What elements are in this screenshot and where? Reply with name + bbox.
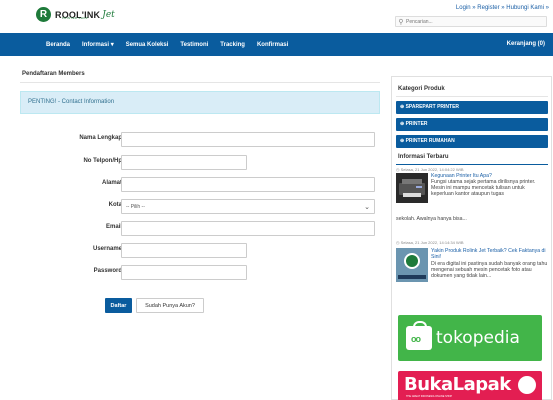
news-excerpt-tail: sekolah. Awalnya hanya bisa... [396, 216, 467, 222]
nav-item-beranda[interactable]: Beranda [40, 42, 76, 48]
category-printer[interactable]: ⊕ PRINTER [396, 118, 548, 131]
divider [396, 96, 548, 97]
category-sparepart-printer[interactable]: ⊕ SPAREPART PRINTER [396, 101, 548, 114]
tokopedia-label: tokopedia [436, 328, 520, 348]
field-label: Kota [108, 202, 122, 208]
form-row-phone: No Telpon/Hp [20, 155, 380, 170]
page-title: Pendaftaran Members [22, 71, 85, 77]
login-link[interactable]: Login [456, 5, 471, 11]
news-thumbnail[interactable] [396, 173, 428, 203]
register-link[interactable]: Register [477, 5, 499, 11]
field-label: Username [92, 246, 122, 252]
nav-item-konfirmasi[interactable]: Konfirmasi [251, 42, 294, 48]
form-row-address: Alamat [20, 177, 380, 192]
form-row-name: Nama Lengkap [20, 132, 380, 147]
field-label: Alamat [101, 180, 122, 186]
nav-item-tracking[interactable]: Tracking [214, 42, 251, 48]
site-header: R ROOL'INK Jet PRINTER SHOP Login » Regi… [0, 0, 553, 30]
nav-item-semua-koleksi[interactable]: Semua Koleksi [120, 42, 175, 48]
tokopedia-banner[interactable]: oo tokopedia [398, 315, 542, 361]
bukalapak-banner[interactable]: BukaLapak THE GREAT INDONESIA ONLINE SHO… [398, 371, 542, 400]
sidebar: Kategori Produk ⊕ SPAREPART PRINTER ⊕ PR… [391, 76, 552, 400]
field-label: Nama Lengkap [79, 135, 122, 141]
news-thumbnail[interactable] [396, 248, 428, 282]
logo-jet: Jet [102, 9, 115, 20]
news-item: ◷ Selasa, 21 Jun 2022, 14:14:34 WIB Yaki… [396, 240, 548, 310]
register-button[interactable]: Daftar [105, 298, 132, 313]
main-nav: Beranda Informasi ▾ Semua Koleksi Testim… [0, 33, 553, 56]
contact-link[interactable]: Hubungi Kami [506, 5, 544, 11]
tokopedia-bag-icon: oo [406, 321, 432, 350]
category-heading: Kategori Produk [398, 86, 445, 92]
category-printer-rumahan[interactable]: ⊕ PRINTER RUMAHAN [396, 135, 548, 148]
username-field[interactable] [121, 243, 247, 258]
separator: » [543, 5, 549, 11]
news-title-link[interactable]: Yakin Produk Rolink Jet Terbaik? Cek Fak… [431, 248, 548, 260]
field-label: Password [93, 268, 122, 274]
address-field[interactable] [121, 177, 375, 192]
search-box: ⚲ [395, 16, 547, 27]
email-field[interactable] [121, 221, 375, 236]
field-label: Email [105, 224, 122, 230]
password-field[interactable] [121, 265, 247, 280]
bukalapak-subtitle: THE GREAT INDONESIA ONLINE SHOP [406, 395, 453, 398]
search-icon[interactable]: ⚲ [396, 18, 406, 26]
have-account-button[interactable]: Sudah Punya Akun? [136, 298, 204, 313]
search-input[interactable] [406, 18, 536, 25]
name-field[interactable] [121, 132, 375, 147]
logo-mark-icon: R [36, 7, 51, 22]
form-row-city: Kota -- Pilih -- ⌄ [20, 199, 380, 214]
alert-info: PENTING! - Contact Information [20, 91, 380, 114]
form-row-email: Email [20, 221, 380, 236]
logo-subtitle: PRINTER SHOP [62, 16, 89, 20]
city-select[interactable]: -- Pilih -- ⌄ [121, 199, 375, 214]
divider [20, 82, 380, 83]
registration-panel: Pendaftaran Members PENTING! - Contact I… [20, 66, 380, 400]
divider [396, 164, 548, 165]
nav-item-testimoni[interactable]: Testimoni [174, 42, 214, 48]
form-row-username: Username [20, 243, 380, 258]
cart-link[interactable]: Keranjang (0) [507, 41, 545, 47]
phone-field[interactable] [121, 155, 247, 170]
news-item: ◷ Selasa, 21 Jun 2022, 14:04:22 WIB Kegu… [396, 167, 548, 233]
field-label: No Telpon/Hp [83, 158, 122, 164]
bukalapak-badge-icon [516, 374, 538, 396]
info-heading: Informasi Terbaru [398, 154, 449, 160]
bukalapak-label: BukaLapak [404, 374, 511, 395]
nav-item-informasi[interactable]: Informasi ▾ [76, 41, 120, 48]
news-date: ◷ Selasa, 21 Jun 2022, 14:14:34 WIB [396, 240, 464, 245]
printer-image-icon [396, 173, 428, 203]
top-links: Login » Register » Hubungi Kami » [456, 5, 549, 11]
news-date: ◷ Selasa, 21 Jun 2022, 14:04:22 WIB [396, 167, 464, 172]
chevron-down-icon: ⌄ [364, 203, 370, 211]
rolink-logo-image-icon [396, 248, 428, 282]
form-row-password: Password [20, 265, 380, 280]
news-excerpt: Di era digital ini pastinya sudah banyak… [431, 261, 548, 280]
news-excerpt: Fungsi utama sejak pertama dirilisnya pr… [431, 179, 536, 198]
city-select-value: -- Pilih -- [126, 203, 145, 210]
